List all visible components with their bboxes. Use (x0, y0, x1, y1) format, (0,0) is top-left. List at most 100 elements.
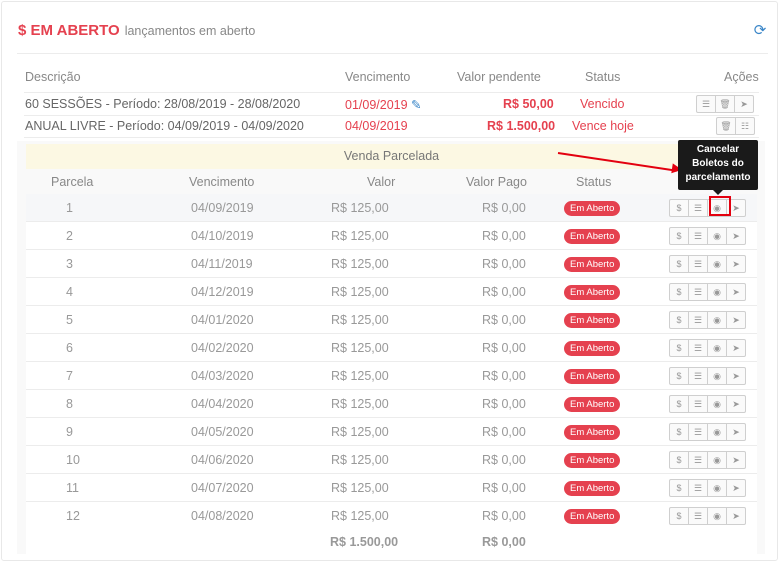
status-badge: Em Aberto (564, 397, 621, 412)
list-icon[interactable]: ☰ (688, 255, 708, 273)
list-icon[interactable]: ☰ (696, 95, 716, 113)
dollar-icon[interactable]: $ (669, 507, 689, 525)
installment-actions: $ ☰ ◉ ➤ (669, 423, 746, 441)
row-description: ANUAL LIVRE - Período: 04/09/2019 - 04/0… (25, 119, 304, 133)
list-icon[interactable]: ☰ (688, 199, 708, 217)
row-actions: ☰ 🗑 ➤ (696, 95, 754, 113)
status-badge: Em Aberto (564, 453, 621, 468)
installment-number: 11 (66, 481, 79, 495)
row-amount: R$ 50,00 (503, 97, 554, 111)
list-icon[interactable]: ☰ (688, 507, 708, 525)
installment-actions: $ ☰ ◉ ➤ (669, 395, 746, 413)
send-icon[interactable]: ➤ (726, 451, 746, 469)
list-icon[interactable]: ☰ (688, 283, 708, 301)
col-parcela: Parcela (51, 175, 94, 189)
list-icon[interactable]: ☰ (688, 451, 708, 469)
installment-paid: R$ 0,00 (482, 201, 526, 215)
dollar-icon[interactable]: $ (669, 199, 689, 217)
status-badge: Em Aberto (564, 201, 621, 216)
col-descricao: Descrição (25, 70, 81, 84)
dollar-icon[interactable]: $ (669, 395, 689, 413)
refresh-icon[interactable]: ⟳ (753, 23, 767, 38)
send-icon[interactable]: ➤ (726, 395, 746, 413)
dollar-icon[interactable]: $ (669, 479, 689, 497)
installment-paid: R$ 0,00 (482, 369, 526, 383)
pencil-icon[interactable]: ✎ (411, 98, 421, 112)
dollar-icon[interactable]: $ (669, 255, 689, 273)
installment-paid: R$ 0,00 (482, 229, 526, 243)
installment-paid: R$ 0,00 (482, 509, 526, 523)
cancel-circle-icon[interactable]: ◉ (707, 423, 727, 441)
installment-due-date: 04/05/2020 (191, 425, 254, 439)
cancel-circle-icon[interactable]: ◉ (707, 367, 727, 385)
cancel-circle-icon[interactable]: ◉ (707, 507, 727, 525)
cancel-circle-icon[interactable]: ◉ (707, 255, 727, 273)
installment-actions: $ ☰ ◉ ➤ (669, 479, 746, 497)
list-icon[interactable]: ☰ (688, 423, 708, 441)
installment-due-date: 04/08/2020 (191, 509, 254, 523)
status-badge: Em Aberto (564, 257, 621, 272)
cancel-circle-icon[interactable]: ◉ (707, 311, 727, 329)
installment-value: R$ 125,00 (331, 425, 389, 439)
send-icon[interactable]: ➤ (726, 283, 746, 301)
send-icon[interactable]: ➤ (734, 95, 754, 113)
header-divider (17, 53, 768, 54)
dollar-icon[interactable]: $ (669, 311, 689, 329)
installment-number: 8 (66, 397, 73, 411)
cancel-circle-icon[interactable]: ◉ (707, 227, 727, 245)
cancel-circle-icon[interactable]: ◉ (707, 395, 727, 413)
dollar-icon[interactable]: $ (669, 339, 689, 357)
panel-title: $ EM ABERTO (18, 22, 120, 39)
cancel-circle-icon[interactable]: ◉ (707, 283, 727, 301)
col-status: Status (576, 175, 612, 189)
send-icon[interactable]: ➤ (726, 423, 746, 441)
installment-actions: $ ☰ ◉ ➤ (669, 311, 746, 329)
table-row: 10 04/06/2020 R$ 125,00 R$ 0,00 Em Aberto $ ☰ ◉… (26, 446, 757, 474)
list-icon[interactable]: ☰ (688, 367, 708, 385)
installment-actions: $ ☰ ◉ ➤ (669, 255, 746, 273)
send-icon[interactable]: ➤ (726, 227, 746, 245)
send-icon[interactable]: ➤ (726, 367, 746, 385)
list-icon[interactable]: ☰ (688, 395, 708, 413)
col-acoes: Ações (724, 70, 759, 84)
list-icon[interactable]: ☰ (688, 311, 708, 329)
dollar-icon[interactable]: $ (669, 451, 689, 469)
send-icon[interactable]: ➤ (726, 311, 746, 329)
list-icon[interactable]: ☰ (688, 339, 708, 357)
installment-number: 4 (66, 285, 73, 299)
row-status: Vencido (580, 97, 625, 111)
dollar-icon[interactable]: $ (669, 283, 689, 301)
dollar-icon[interactable]: $ (669, 227, 689, 245)
tooltip-line: Boletos do (692, 158, 744, 169)
cancel-circle-icon[interactable]: ◉ (707, 339, 727, 357)
send-icon[interactable]: ➤ (726, 479, 746, 497)
send-icon[interactable]: ➤ (726, 507, 746, 525)
cancel-circle-icon[interactable]: ◉ (707, 479, 727, 497)
trash-icon[interactable]: 🗑 (716, 117, 736, 135)
list-icon[interactable]: ☰ (688, 479, 708, 497)
status-badge: Em Aberto (564, 313, 621, 328)
send-icon[interactable]: ➤ (726, 255, 746, 273)
table-row: 12 04/08/2020 R$ 125,00 R$ 0,00 Em Aberto $ ☰ ◉… (26, 502, 757, 530)
cancel-circle-icon[interactable]: ◉ (707, 451, 727, 469)
row-description: 60 SESSÕES - Período: 28/08/2019 - 28/08… (25, 97, 301, 111)
table-row: 60 SESSÕES - Período: 28/08/2019 - 28/08… (24, 93, 759, 116)
dollar-icon[interactable]: $ (669, 423, 689, 441)
installment-value: R$ 125,00 (331, 201, 389, 215)
installment-number: 9 (66, 425, 73, 439)
row-actions: 🗑 ☷ (716, 117, 755, 135)
installment-value: R$ 125,00 (331, 509, 389, 523)
sliders-icon[interactable]: ☷ (735, 117, 755, 135)
tooltip: Cancelar Boletos do parcelamento (678, 140, 758, 190)
trash-icon[interactable]: 🗑 (715, 95, 735, 113)
dollar-icon[interactable]: $ (669, 367, 689, 385)
installment-actions: $ ☰ ◉ ➤ (669, 283, 746, 301)
col-valor-pago: Valor Pago (466, 175, 527, 189)
row-status: Vence hoje (572, 119, 634, 133)
installment-value: R$ 125,00 (331, 481, 389, 495)
total-valor: R$ 1.500,00 (330, 535, 399, 549)
list-icon[interactable]: ☰ (688, 227, 708, 245)
send-icon[interactable]: ➤ (726, 339, 746, 357)
installment-number: 2 (66, 229, 73, 243)
installment-actions: $ ☰ ◉ ➤ (669, 227, 746, 245)
